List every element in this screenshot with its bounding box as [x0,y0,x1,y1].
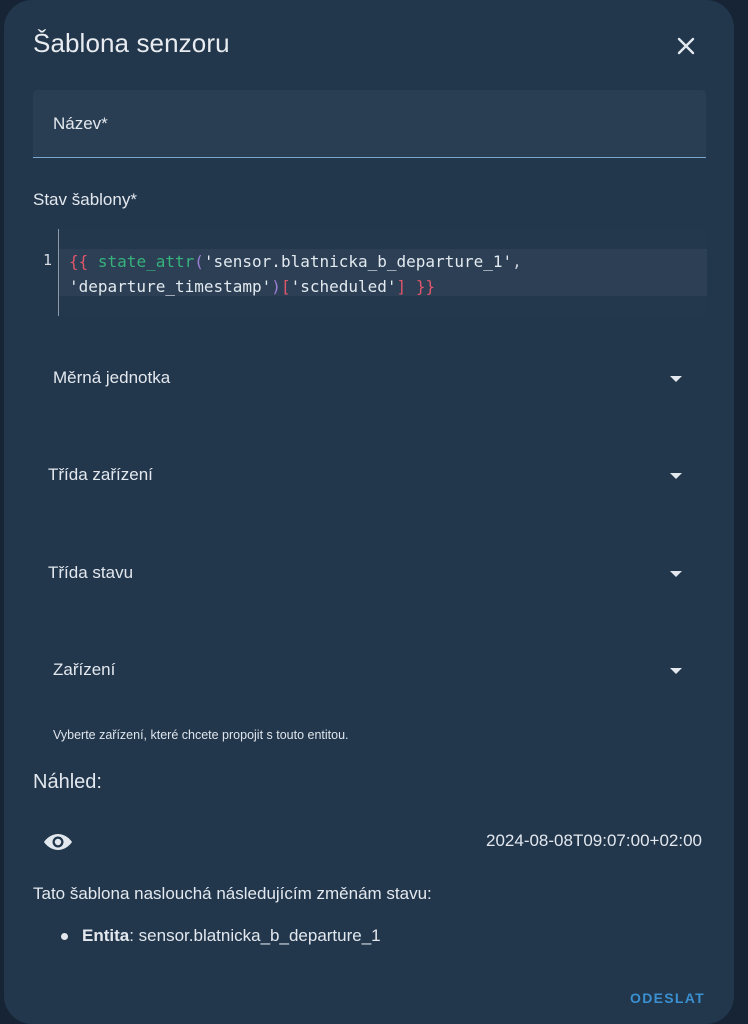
listening-description: Tato šablona naslouchá následujícím změn… [33,884,432,903]
device-class-select[interactable]: Třída zařízení [33,445,706,507]
name-label: Název* [53,114,108,133]
code-token-close: }} [415,277,436,296]
close-button[interactable] [670,30,702,62]
state-class-label: Třída stavu [48,563,134,582]
list-bullet [61,933,68,940]
code-token-rparen: ) [271,277,281,296]
code-token-comma: , [512,252,522,271]
chevron-down-icon [670,668,682,674]
code-token-lparen: ( [194,252,204,271]
code-token-open: {{ [69,252,89,271]
eye-icon [44,834,72,850]
chevron-down-icon [670,473,682,479]
dialog-title: Šablona senzoru [33,28,230,58]
template-sensor-dialog: Šablona senzoru Název* Stav šablony* 1 {… [4,0,734,1024]
code-token-lbracket: [ [280,277,291,296]
code-content: {{ state_attr('sensor.blatnicka_b_depart… [69,249,522,299]
code-token-key: 'scheduled' [290,277,397,296]
device-label: Zařízení [53,660,116,679]
device-helper-text: Vyberte zařízení, které chcete propojit … [53,728,349,742]
unit-label: Měrná jednotka [53,368,171,387]
line-number: 1 [43,251,53,269]
chevron-down-icon [670,376,682,382]
listened-entity-item: Entita: sensor.blatnicka_b_departure_1 [82,926,381,946]
code-token-rbracket: ] [396,277,407,296]
entity-value: : sensor.blatnicka_b_departure_1 [129,926,381,945]
close-icon [677,37,695,55]
device-class-label: Třída zařízení [48,465,153,484]
code-token-func: state_attr [97,252,195,271]
code-token-arg2: 'departure_timestamp' [69,277,272,296]
template-code-editor[interactable]: 1 {{ state_attr('sensor.blatnicka_b_depa… [43,229,707,316]
preview-heading: Náhled: [33,771,102,793]
state-class-select[interactable]: Třída stavu [33,543,706,605]
code-token-arg1: 'sensor.blatnicka_b_departure_1' [203,252,513,271]
preview-value: 2024-08-08T09:07:00+02:00 [486,831,702,850]
name-input[interactable]: Název* [33,90,706,158]
unit-select[interactable]: Měrná jednotka [33,348,706,410]
device-select[interactable]: Zařízení [33,640,706,702]
entity-key: Entita [82,926,130,945]
chevron-down-icon [670,571,682,577]
submit-button[interactable]: ODESLAT [630,990,705,1006]
template-state-label: Stav šablony* [33,190,137,209]
